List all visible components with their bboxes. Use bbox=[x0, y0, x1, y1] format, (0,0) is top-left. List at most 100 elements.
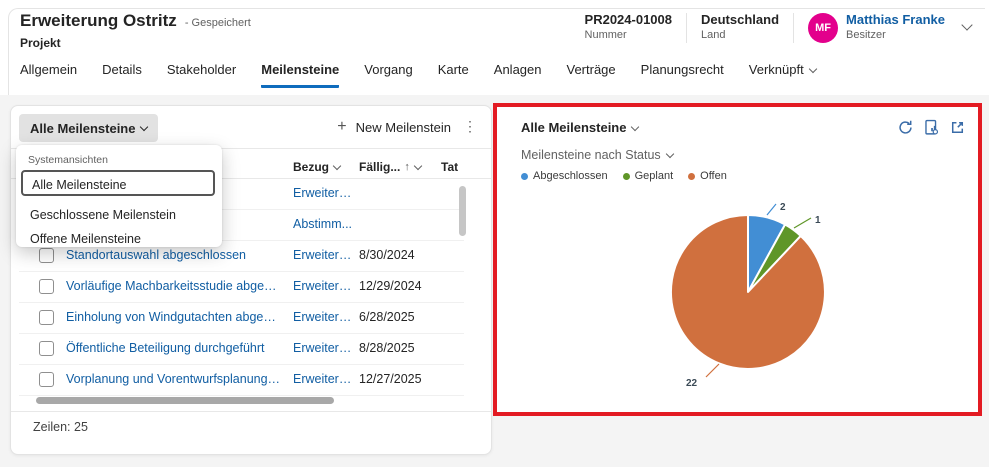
chart-view-selector[interactable]: Alle Meilensteine bbox=[521, 120, 638, 135]
tab-details[interactable]: Details bbox=[102, 62, 142, 88]
page-title: Erweiterung Ostritz bbox=[20, 11, 177, 31]
divider bbox=[793, 13, 794, 43]
refresh-icon[interactable] bbox=[897, 119, 914, 136]
tab-planungsrecht[interactable]: Planungsrecht bbox=[641, 62, 724, 88]
chart-legend: Abgeschlossen Geplant Offen bbox=[521, 170, 727, 182]
leader-line bbox=[794, 218, 811, 228]
view-selector-button[interactable]: Alle Meilensteine bbox=[19, 114, 158, 142]
footer-divider bbox=[11, 411, 491, 412]
bezug-link[interactable]: Erweiteru... bbox=[293, 248, 355, 262]
due-date: 12/29/2024 bbox=[359, 279, 434, 293]
horizontal-scrollbar[interactable] bbox=[36, 397, 334, 404]
tab-karte[interactable]: Karte bbox=[438, 62, 469, 88]
bezug-link[interactable]: Abstimm... bbox=[293, 217, 355, 231]
popout-icon[interactable] bbox=[949, 119, 966, 136]
dropdown-group-label: Systemansichten bbox=[28, 154, 108, 166]
row-checkbox[interactable] bbox=[39, 310, 54, 325]
row-checkbox[interactable] bbox=[39, 279, 54, 294]
bezug-link[interactable]: Erweiteru... bbox=[293, 186, 355, 200]
divider bbox=[686, 13, 687, 43]
dropdown-item-geschlossene-meilenstein[interactable]: Geschlossene Meilenstein bbox=[21, 203, 215, 227]
header-field-land: Deutschland Land bbox=[701, 12, 779, 43]
more-commands-button[interactable]: ⋮ bbox=[463, 118, 477, 135]
bezug-link[interactable]: Erweiteru... bbox=[293, 372, 355, 386]
app-window: Erweiterung Ostritz - Gespeichert Projek… bbox=[0, 0, 989, 467]
pie-value-geplant: 1 bbox=[815, 215, 821, 226]
chevron-down-icon bbox=[665, 150, 673, 158]
new-milestone-button[interactable]: + New Meilenstein bbox=[337, 119, 451, 135]
vertical-scrollbar[interactable] bbox=[459, 186, 466, 236]
avatar: MF bbox=[808, 13, 838, 43]
row-count-label: Zeilen: 25 bbox=[33, 420, 88, 434]
milestone-name-link[interactable]: Vorläufige Machbarkeitsstudie abgeschlos… bbox=[66, 279, 281, 293]
legend-item-abgeschlossen[interactable]: Abgeschlossen bbox=[521, 170, 608, 182]
due-date: 8/28/2025 bbox=[359, 341, 434, 355]
owner-role-label: Besitzer bbox=[846, 29, 945, 43]
row-checkbox[interactable] bbox=[39, 372, 54, 387]
milestone-name-link[interactable]: Öffentliche Beteiligung durchgeführt bbox=[66, 341, 281, 355]
tab-anlagen[interactable]: Anlagen bbox=[494, 62, 542, 88]
column-header-tat[interactable]: Tat bbox=[441, 160, 458, 174]
owner-name-link[interactable]: Matthias Franke bbox=[846, 12, 945, 28]
table-row[interactable]: Öffentliche Beteiligung durchgeführt Erw… bbox=[19, 333, 464, 365]
chart-type-selector[interactable]: Meilensteine nach Status bbox=[521, 148, 673, 162]
owner-field[interactable]: MF Matthias Franke Besitzer bbox=[808, 12, 945, 43]
row-checkbox[interactable] bbox=[39, 341, 54, 356]
chevron-down-icon bbox=[414, 162, 422, 170]
milestone-name-link[interactable]: Einholung von Windgutachten abgeschlos..… bbox=[66, 310, 281, 324]
tab-vertraege[interactable]: Verträge bbox=[567, 62, 616, 88]
leader-line bbox=[767, 204, 776, 215]
tab-stakeholder[interactable]: Stakeholder bbox=[167, 62, 236, 88]
plus-icon: + bbox=[337, 119, 346, 135]
column-header-faellig[interactable]: Fällig... ↑ bbox=[359, 160, 421, 174]
chevron-down-icon bbox=[140, 123, 148, 131]
dropdown-item-alle-meilensteine[interactable]: Alle Meilensteine bbox=[21, 170, 215, 196]
sort-ascending-icon: ↑ bbox=[404, 161, 410, 173]
chevron-down-icon bbox=[333, 162, 341, 170]
table-row[interactable]: Vorläufige Machbarkeitsstudie abgeschlos… bbox=[19, 271, 464, 303]
field-label: Nummer bbox=[585, 29, 672, 43]
legend-dot-green bbox=[623, 173, 630, 180]
dropdown-item-offene-meilensteine[interactable]: Offene Meilensteine bbox=[21, 227, 215, 251]
due-date: 6/28/2025 bbox=[359, 310, 434, 324]
new-milestone-label: New Meilenstein bbox=[356, 120, 451, 135]
legend-dot-orange bbox=[688, 173, 695, 180]
column-header-bezug[interactable]: Bezug bbox=[293, 160, 340, 174]
pie-chart[interactable]: 2 1 22 bbox=[642, 197, 862, 397]
tab-meilensteine[interactable]: Meilensteine bbox=[261, 62, 339, 88]
view-selector-dropdown: Systemansichten Alle Meilensteine Geschl… bbox=[16, 145, 222, 247]
bezug-link[interactable]: Erweiteru... bbox=[293, 341, 355, 355]
record-header: Erweiterung Ostritz - Gespeichert Projek… bbox=[20, 11, 251, 50]
field-value: PR2024-01008 bbox=[585, 12, 672, 28]
pie-value-offen: 22 bbox=[686, 378, 698, 389]
view-records-icon[interactable] bbox=[923, 119, 940, 136]
due-date: 12/27/2025 bbox=[359, 372, 434, 386]
header-field-nummer: PR2024-01008 Nummer bbox=[585, 12, 672, 43]
tab-verknuepft[interactable]: Verknüpft bbox=[749, 62, 816, 88]
table-row[interactable]: Einholung von Windgutachten abgeschlos..… bbox=[19, 302, 464, 334]
save-status: - Gespeichert bbox=[185, 17, 251, 29]
chart-panel: Alle Meilensteine Meilensteine nach Stat… bbox=[493, 103, 982, 416]
legend-item-offen[interactable]: Offen bbox=[688, 170, 727, 182]
record-type-label: Projekt bbox=[20, 36, 251, 50]
leader-line bbox=[706, 364, 719, 377]
legend-dot-blue bbox=[521, 173, 528, 180]
field-label: Land bbox=[701, 29, 779, 43]
milestone-name-link[interactable]: Vorplanung und Vorentwurfsplanung abg... bbox=[66, 372, 281, 386]
tab-allgemein[interactable]: Allgemein bbox=[20, 62, 77, 88]
view-selector-label: Alle Meilensteine bbox=[30, 121, 135, 136]
tab-bar: Allgemein Details Stakeholder Meilenstei… bbox=[20, 62, 816, 88]
pie-value-abgeschlossen: 2 bbox=[780, 202, 786, 213]
due-date: 8/30/2024 bbox=[359, 248, 434, 262]
field-value: Deutschland bbox=[701, 12, 779, 28]
table-row[interactable]: Vorplanung und Vorentwurfsplanung abg...… bbox=[19, 364, 464, 396]
chevron-down-icon[interactable] bbox=[961, 19, 972, 30]
tab-vorgang[interactable]: Vorgang bbox=[364, 62, 412, 88]
chevron-down-icon bbox=[808, 65, 816, 73]
legend-item-geplant[interactable]: Geplant bbox=[623, 170, 674, 182]
chevron-down-icon bbox=[631, 122, 639, 130]
bezug-link[interactable]: Erweiteru... bbox=[293, 279, 355, 293]
bezug-link[interactable]: Erweiteru... bbox=[293, 310, 355, 324]
chart-toolbar bbox=[897, 119, 966, 136]
pie-slice-offen[interactable] bbox=[671, 215, 825, 369]
